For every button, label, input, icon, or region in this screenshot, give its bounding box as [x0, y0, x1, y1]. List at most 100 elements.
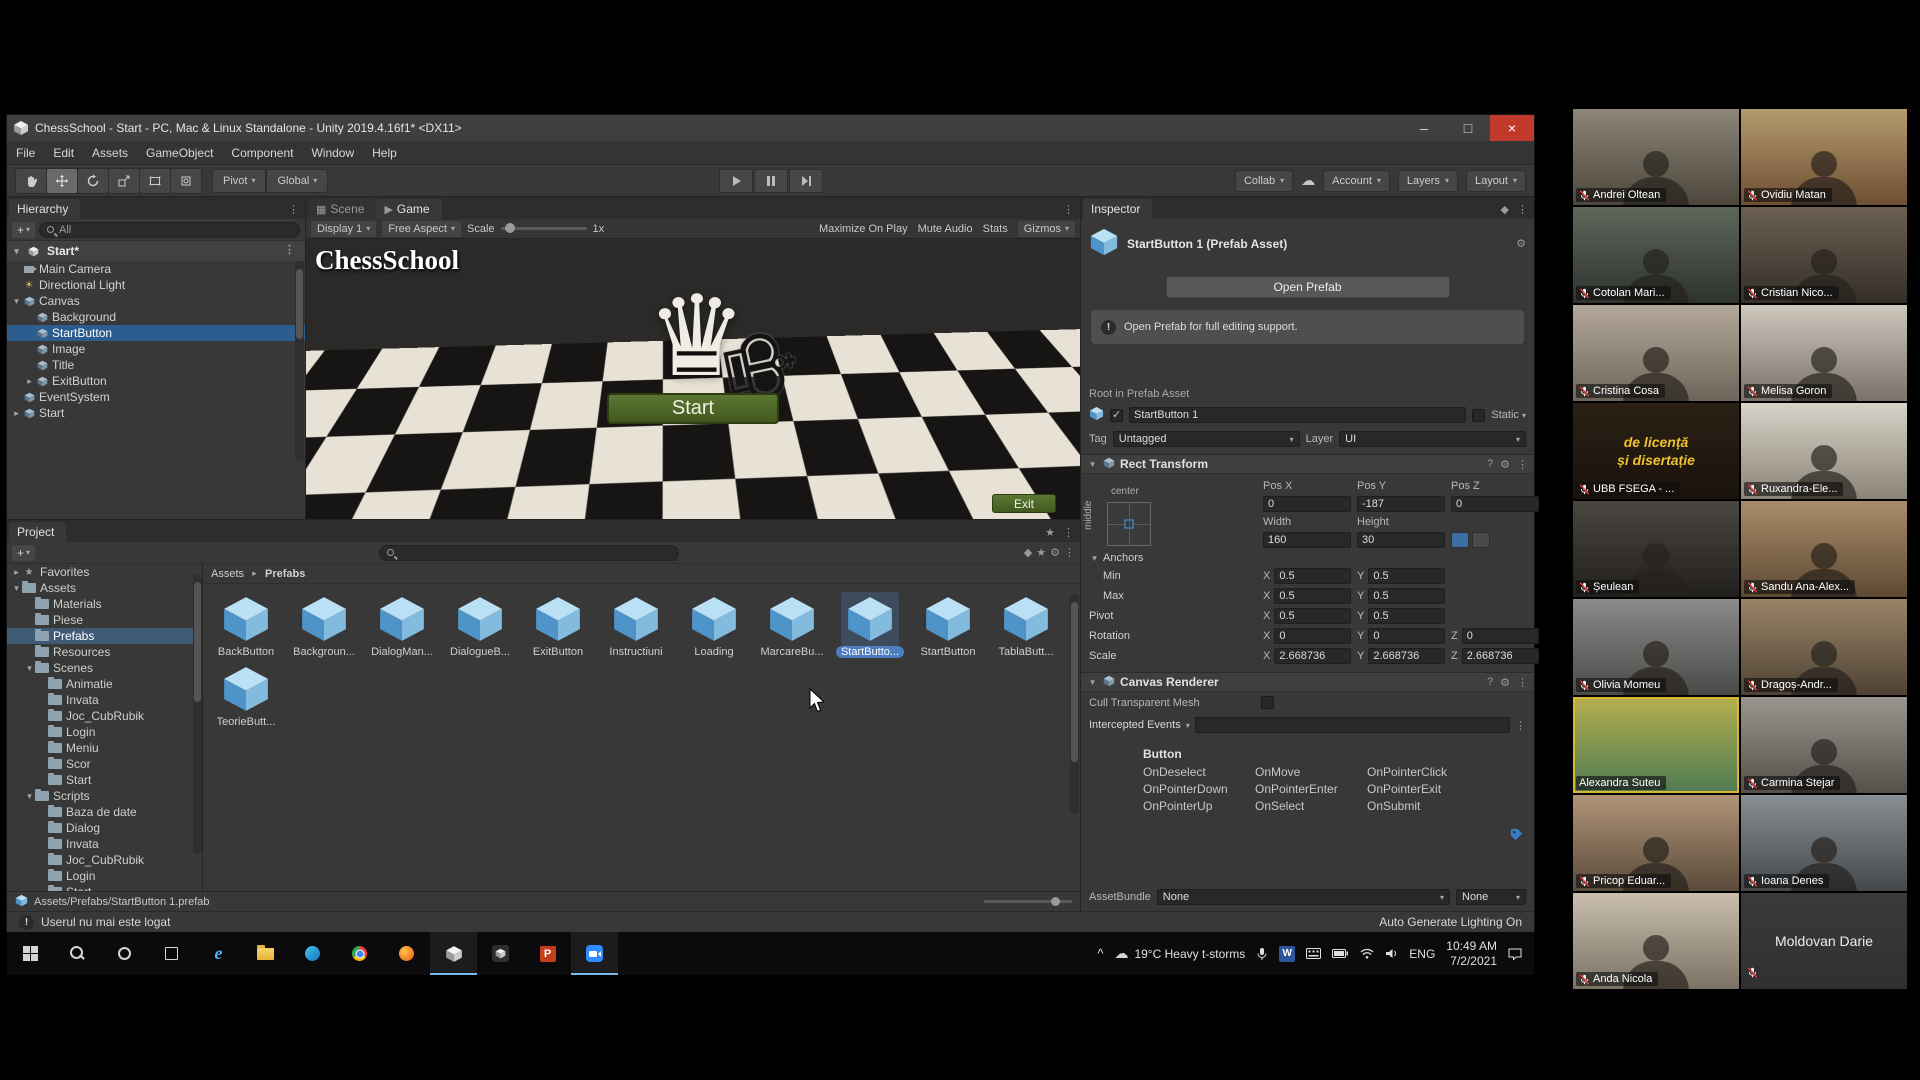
hierarchy-item-eventsystem[interactable]: EventSystem — [7, 389, 305, 405]
tab-inspector[interactable]: Inspector — [1083, 199, 1152, 219]
breadcrumb-prefabs[interactable]: Prefabs — [265, 568, 305, 580]
folder-piese[interactable]: Piese — [7, 612, 202, 628]
taskbar-powerpoint[interactable]: P — [524, 932, 571, 975]
collab-dropdown[interactable]: Collab▾ — [1235, 170, 1293, 192]
maximize-button[interactable]: □ — [1446, 115, 1490, 141]
zoom-participant-ioana-denes[interactable]: Ioana Denes — [1741, 795, 1907, 891]
scene-header-start[interactable]: ▾ Start* ⋮ — [7, 241, 305, 261]
folder-scripts[interactable]: ▾Scripts — [7, 788, 202, 804]
game-viewport[interactable]: ♛ ♚ ChessSchool Start Exit — [306, 239, 1080, 519]
menu-edit[interactable]: Edit — [44, 146, 83, 160]
pos-y-field[interactable]: -187 — [1357, 496, 1445, 512]
zoom-participant-carmina-stejar[interactable]: Carmina Stejar — [1741, 697, 1907, 793]
prefab-exitbutton[interactable]: ExitButton — [519, 592, 597, 658]
taskbar-firefox-browser[interactable] — [383, 932, 430, 975]
scale-x-field[interactable]: 2.668736 — [1274, 648, 1351, 664]
pivot-y-field[interactable]: 0.5 — [1368, 608, 1445, 624]
folder-login[interactable]: Login — [7, 724, 202, 740]
anchor-min-y-field[interactable]: 0.5 — [1368, 568, 1445, 584]
taskbar-start-button[interactable] — [7, 932, 54, 975]
zoom-participant-alexandra-suteu[interactable]: Alexandra Suteu — [1573, 697, 1739, 793]
tag-dropdown[interactable]: Untagged▾ — [1113, 431, 1300, 447]
intercepted-menu-icon[interactable]: ⋮ — [1515, 719, 1526, 732]
hierarchy-item-background[interactable]: Background — [7, 309, 305, 325]
inspector-lock-icon[interactable]: ◆ — [1501, 203, 1509, 216]
tab-project[interactable]: Project — [9, 522, 66, 542]
anchor-max-y-field[interactable]: 0.5 — [1368, 588, 1445, 604]
layer-dropdown[interactable]: UI▾ — [1339, 431, 1526, 447]
prefab-startbutton[interactable]: StartButton — [909, 592, 987, 658]
anchor-preset-button[interactable] — [1107, 502, 1151, 546]
game-start-button[interactable]: Start — [607, 393, 779, 424]
game-panel-menu-icon[interactable]: ⋮ — [1063, 203, 1074, 216]
gizmos-dropdown[interactable]: Gizmos▾ — [1018, 221, 1075, 237]
assetbundle-dropdown[interactable]: None▾ — [1157, 889, 1450, 905]
folder-prefabs[interactable]: Prefabs — [7, 628, 202, 644]
taskbar-unity-hub[interactable] — [477, 932, 524, 975]
taskbar-unity-editor[interactable] — [430, 932, 477, 975]
menu-window[interactable]: Window — [302, 146, 363, 160]
language-indicator[interactable]: ENG — [1409, 947, 1435, 961]
rotation-y-field[interactable]: 0 — [1368, 628, 1445, 644]
microphone-tray-icon[interactable] — [1256, 947, 1268, 961]
prefab-backgroun[interactable]: Backgroun... — [285, 592, 363, 658]
menu-gameobject[interactable]: GameObject — [137, 146, 222, 160]
weather-widget[interactable]: ☁ 19°C Heavy t-storms — [1114, 945, 1245, 962]
hierarchy-item-title[interactable]: Title — [7, 357, 305, 373]
account-dropdown[interactable]: Account▾ — [1323, 170, 1390, 192]
asset-label-icon[interactable] — [1509, 827, 1524, 842]
hierarchy-item-start[interactable]: ▸Start — [7, 405, 305, 421]
hand-tool[interactable] — [16, 169, 46, 193]
window-titlebar[interactable]: ChessSchool - Start - PC, Mac & Linux St… — [7, 115, 1534, 141]
hierarchy-item-main-camera[interactable]: Main Camera — [7, 261, 305, 277]
pivot-x-field[interactable]: 0.5 — [1274, 608, 1351, 624]
asset-grid-scrollbar[interactable] — [1070, 594, 1079, 814]
global-toggle[interactable]: Global▾ — [266, 169, 328, 193]
hierarchy-menu-icon[interactable]: ⋮ — [288, 203, 299, 216]
hidden-icons-chevron[interactable]: ^ — [1097, 946, 1103, 961]
zoom-participant-ruxandra-ele[interactable]: Ruxandra-Ele... — [1741, 403, 1907, 499]
prefab-loading[interactable]: Loading — [675, 592, 753, 658]
pos-x-field[interactable]: 0 — [1263, 496, 1351, 512]
taskbar-zoom-app[interactable] — [571, 932, 618, 975]
taskbar-cortana-button[interactable] — [101, 932, 148, 975]
zoom-participant-cotolan-mari[interactable]: Cotolan Mari... — [1573, 207, 1739, 303]
cull-transparent-mesh-checkbox[interactable] — [1261, 696, 1274, 709]
menu-help[interactable]: Help — [363, 146, 406, 160]
inspector-menu-icon[interactable]: ⋮ — [1517, 203, 1528, 216]
zoom-participant-ovidiu-matan[interactable]: Ovidiu Matan — [1741, 109, 1907, 205]
move-tool[interactable] — [47, 169, 77, 193]
project-menu-icon[interactable]: ⋮ — [1063, 526, 1074, 539]
volume-icon[interactable] — [1385, 948, 1398, 959]
tab-game[interactable]: ▶ Game — [376, 199, 441, 219]
anchor-min-x-field[interactable]: 0.5 — [1274, 568, 1351, 584]
scale-tool[interactable] — [109, 169, 139, 193]
folder-start[interactable]: Start — [7, 884, 202, 891]
pivot-toggle[interactable]: Pivot▾ — [212, 169, 266, 193]
rect-transform-header[interactable]: ▾ Rect Transform ? ⚙ ⋮ — [1081, 454, 1534, 474]
prefab-instructiuni[interactable]: Instructiuni — [597, 592, 675, 658]
close-button[interactable]: × — [1490, 115, 1534, 141]
raw-edit-mode-button[interactable] — [1472, 532, 1490, 548]
create-object-button[interactable]: +▾ — [12, 222, 35, 238]
prefab-startbutto[interactable]: StartButto... — [831, 592, 909, 658]
hierarchy-item-image[interactable]: Image — [7, 341, 305, 357]
component-menu-icon[interactable]: ⋮ — [1517, 458, 1528, 471]
inspector-gear-icon[interactable]: ⚙ — [1516, 237, 1526, 250]
folder-baza-de-date[interactable]: Baza de date — [7, 804, 202, 820]
static-checkbox[interactable] — [1472, 409, 1485, 422]
layers-dropdown[interactable]: Layers▾ — [1398, 170, 1458, 192]
menu-assets[interactable]: Assets — [83, 146, 137, 160]
prefab-tablabutt[interactable]: TablaButt... — [987, 592, 1065, 658]
folder-joc-cubrubik[interactable]: Joc_CubRubik — [7, 852, 202, 868]
folder-assets[interactable]: ▾Assets — [7, 580, 202, 596]
zoom-participant-ubb-fsega[interactable]: de licențăși disertațieUBB FSEGA - ... — [1573, 403, 1739, 499]
taskbar-task-view-button[interactable] — [148, 932, 195, 975]
folder-favorites[interactable]: ▸★Favorites — [7, 564, 202, 580]
folder-invata[interactable]: Invata — [7, 692, 202, 708]
touch-keyboard-icon[interactable] — [1306, 948, 1321, 959]
clock[interactable]: 10:49 AM 7/2/2021 — [1446, 939, 1497, 969]
folder-scor[interactable]: Scor — [7, 756, 202, 772]
hierarchy-item-directional-light[interactable]: ☀Directional Light — [7, 277, 305, 293]
display-dropdown[interactable]: Display 1▾ — [311, 221, 376, 237]
